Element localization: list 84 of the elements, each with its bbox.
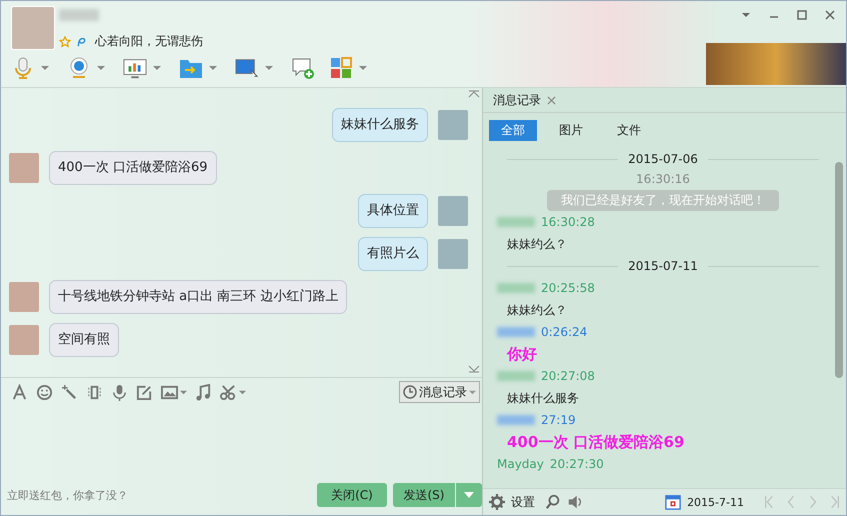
edit-icon[interactable] [136,384,153,400]
message-time: 0:26:24 [541,325,588,339]
message-text: 你好 [506,344,538,365]
filter-tab[interactable]: 图片 [547,120,595,141]
sender-name: Mayday [497,457,544,471]
apps-grid-icon[interactable] [329,56,353,80]
magic-wand-icon[interactable] [61,384,78,400]
history-tab[interactable]: 消息记录 [493,92,541,108]
maximize-icon[interactable] [796,9,808,21]
shake-icon[interactable] [86,384,103,400]
message-text: 400一次 口活做爱陪浴69 [506,432,686,453]
close-icon[interactable] [547,96,556,104]
microphone-icon[interactable] [111,384,128,400]
message-time: 16:30:28 [541,215,595,229]
game-ad-banner-placeholder[interactable] [706,43,846,85]
music-note-icon[interactable] [195,384,212,400]
message-history-button[interactable]: 消息记录 [399,381,480,403]
caret-icon[interactable] [180,388,187,396]
send-options-button[interactable] [456,483,482,507]
star-icon [59,36,71,48]
avatar-placeholder [438,110,468,140]
avatar-placeholder [438,196,468,226]
caret-icon[interactable] [359,64,367,72]
caret-icon[interactable] [239,388,246,396]
smiley-icon[interactable] [36,384,53,400]
filter-tab[interactable]: 文件 [605,120,653,141]
date-label[interactable]: 2015-7-11 [687,496,744,508]
close-button[interactable]: 关闭(C) [317,483,387,507]
message-text: 妹妹什么服务 [506,390,580,407]
sender-name-placeholder [497,327,535,337]
message-bubble: 有照片么 [358,237,428,271]
contact-signature: 心若向阳，无谓悲伤 [95,33,203,50]
scrollbar[interactable] [835,162,843,378]
font-icon[interactable] [11,384,28,400]
message-time: 27:19 [541,413,576,427]
sender-name-placeholder [497,217,535,227]
avatar-photo-placeholder [11,6,55,50]
caret-icon[interactable] [41,64,49,72]
message-time: 16:30:16 [636,171,690,188]
monitor-chart-icon[interactable] [123,56,147,80]
avatar-placeholder [438,239,468,269]
search-icon[interactable] [545,494,561,510]
message-bubble: 妹妹什么服务 [332,108,428,142]
chat-add-icon[interactable] [291,56,315,80]
send-button[interactable]: 发送(S) [393,483,455,507]
message-bubble: 400一次 口活做爱陪浴69 [49,151,216,185]
calendar-icon[interactable] [665,494,682,510]
scissors-icon[interactable] [220,384,237,400]
message-bubble: 具体位置 [358,194,428,228]
avatar-placeholder [9,282,39,312]
sender-name-placeholder [497,415,535,425]
message-time: 20:27:30 [550,457,604,471]
caret-icon[interactable] [153,64,161,72]
image-icon[interactable] [161,384,178,400]
name-placeholder [59,9,99,21]
avatar-placeholder [9,325,39,355]
swirl-icon [75,36,87,48]
message-text: 妹妹约么？ [506,236,568,253]
scroll-down-icon[interactable] [468,365,480,373]
avatar-placeholder [9,153,39,183]
sender-name-placeholder [497,283,535,293]
date-separator: 2015-07-11 [628,259,698,273]
caret-icon[interactable] [97,64,105,72]
scroll-up-icon[interactable] [468,90,480,98]
promo-link[interactable]: 立即送红包，你拿了没？ [7,488,128,502]
clock-icon [403,385,417,399]
caret-icon [469,388,476,396]
close-icon[interactable] [824,9,836,21]
speaker-icon[interactable] [567,494,583,510]
screen-share-icon[interactable] [235,56,259,80]
caret-icon[interactable] [265,64,273,72]
sender-name-placeholder [497,371,535,381]
caret-icon[interactable] [209,64,217,72]
message-bubble: 十号线地铁分钟寺站 a口出 南三环 边小红门路上 [49,280,348,314]
system-notice: 我们已经是好友了，现在开始对话吧！ [547,190,779,211]
caret-icon [464,492,474,498]
date-separator: 2015-07-06 [628,152,698,166]
settings-icon[interactable] [489,494,505,510]
message-time: 20:27:08 [541,369,595,383]
message-bubble: 空间有照 [49,323,119,357]
filter-tab[interactable]: 全部 [489,120,537,141]
message-text: 妹妹约么？ [506,302,568,319]
settings-label[interactable]: 设置 [511,494,535,510]
message-time: 20:25:58 [541,281,595,295]
